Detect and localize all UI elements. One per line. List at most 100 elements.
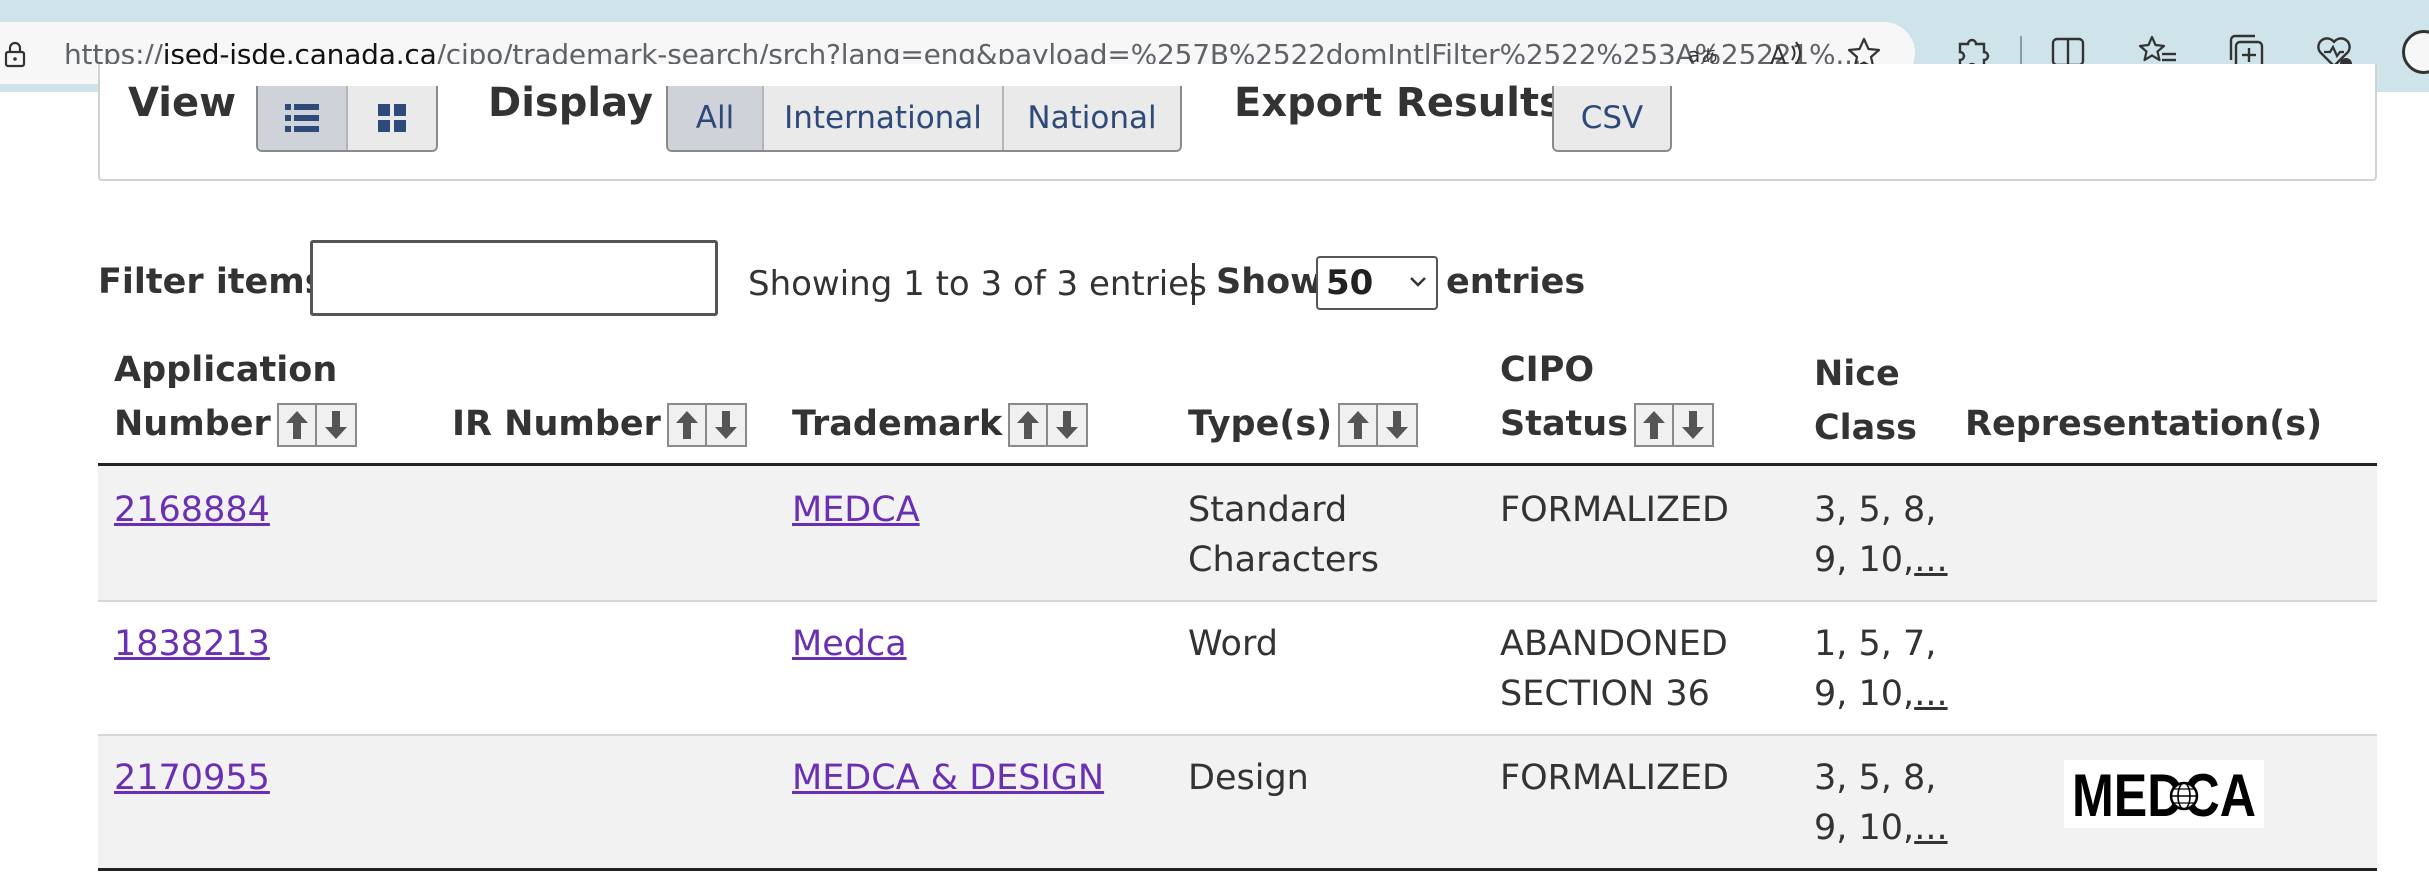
type-cell: Word — [1188, 619, 1278, 669]
filter-items-label: Filter items — [98, 262, 326, 302]
status-line1: FORMALIZED — [1500, 490, 1730, 530]
display-all-button[interactable]: All — [668, 86, 764, 150]
sort-ascending-icon — [1017, 411, 1040, 439]
header-trademark-label: Trademark — [792, 404, 1003, 444]
sort-ascending-icon — [1347, 411, 1370, 439]
sort-descending-button[interactable] — [706, 403, 747, 447]
nice-class-cell: 1, 5, 7, 9, 10,... — [1814, 619, 1948, 719]
sort-ascending-icon — [675, 411, 698, 439]
display-national-button[interactable]: National — [1004, 86, 1180, 150]
profile-avatar[interactable] — [2402, 30, 2429, 74]
display-international-button[interactable]: International — [764, 86, 1004, 150]
table-bottom-border — [98, 868, 2377, 871]
trademark-link[interactable]: Medca — [792, 619, 907, 669]
list-view-icon — [285, 104, 319, 132]
header-application-number-line1: Application — [114, 350, 338, 390]
application-number-link[interactable]: 2170955 — [114, 753, 270, 803]
trademark-link[interactable]: MEDCA — [792, 485, 920, 535]
sort-ascending-icon — [285, 411, 308, 439]
nice-line1: 3, 5, 8, — [1814, 490, 1937, 530]
display-label: Display — [488, 80, 653, 126]
header-nice-class-line2: Class — [1814, 408, 1917, 448]
sort-buttons — [276, 403, 357, 447]
sort-buttons — [1338, 403, 1419, 447]
medca-logo-text: MEDCA — [2072, 762, 2256, 828]
header-nice-class: Nice Class — [1814, 347, 1917, 455]
chevron-down-icon — [1410, 277, 1426, 287]
status-line1: FORMALIZED — [1500, 758, 1730, 798]
status-line1: ABANDONED — [1500, 624, 1728, 664]
header-application-number[interactable]: Application Number — [114, 343, 357, 451]
sort-descending-button[interactable] — [1048, 403, 1089, 447]
status-line2: SECTION 36 — [1500, 674, 1710, 714]
header-trademark[interactable]: Trademark — [792, 397, 1089, 451]
nice-class-cell: 3, 5, 8, 9, 10,... — [1814, 753, 1948, 853]
nice-class-more-link[interactable]: ... — [1914, 674, 1947, 714]
nice-line1: 3, 5, 8, — [1814, 758, 1937, 798]
cipo-status-cell: ABANDONED SECTION 36 — [1500, 619, 1728, 719]
nice-class-more-link[interactable]: ... — [1914, 540, 1947, 580]
header-application-number-line2: Number — [114, 404, 271, 444]
sort-buttons — [666, 403, 747, 447]
sort-ascending-button[interactable] — [1634, 403, 1675, 447]
sort-descending-icon — [1682, 411, 1705, 439]
page-size-select[interactable]: 50 — [1316, 256, 1438, 310]
page-size-value: 50 — [1326, 263, 1374, 303]
header-nice-class-line1: Nice — [1814, 354, 1900, 394]
trademark-representation-image[interactable]: MEDCA — [2064, 760, 2264, 829]
type-cell: Design — [1188, 753, 1309, 803]
showing-entries-text: Showing 1 to 3 of 3 entries — [748, 264, 1207, 304]
type-line1: Standard — [1188, 490, 1348, 530]
sort-descending-icon — [1386, 411, 1409, 439]
type-line1: Design — [1188, 758, 1309, 798]
nice-class-more-link[interactable]: ... — [1914, 808, 1947, 848]
list-view-button[interactable] — [258, 86, 348, 150]
header-cipo-status-line2: Status — [1500, 404, 1629, 444]
header-types[interactable]: Type(s) — [1188, 397, 1419, 451]
application-number-link[interactable]: 2168884 — [114, 485, 270, 535]
header-cipo-status[interactable]: CIPO Status — [1500, 343, 1715, 451]
sort-ascending-button[interactable] — [1008, 403, 1049, 447]
sort-descending-icon — [714, 411, 737, 439]
cipo-status-cell: FORMALIZED — [1500, 753, 1729, 803]
sort-descending-button[interactable] — [1378, 403, 1419, 447]
nice-line2: 9, 10, — [1814, 808, 1915, 848]
entries-label: entries — [1446, 262, 1586, 302]
lock-icon[interactable] — [4, 40, 26, 68]
nice-line1: 1, 5, 7, — [1814, 624, 1937, 664]
grid-view-icon — [378, 104, 406, 132]
header-representations: Representation(s) — [1965, 404, 2323, 444]
type-line2: Characters — [1188, 540, 1380, 580]
nice-line2: 9, 10, — [1814, 540, 1915, 580]
medca-logo: MEDCA — [2072, 762, 2256, 829]
header-cipo-status-line1: CIPO — [1500, 350, 1595, 390]
cipo-status-cell: FORMALIZED — [1500, 485, 1729, 535]
sort-descending-button[interactable] — [1674, 403, 1715, 447]
show-label: Show — [1216, 262, 1323, 302]
filter-items-input[interactable] — [310, 240, 718, 316]
export-results-label: Export Results — [1234, 80, 1563, 126]
export-group: CSV — [1552, 86, 1672, 152]
view-toggle-group — [256, 86, 438, 152]
separator — [1192, 263, 1195, 305]
sort-ascending-icon — [1643, 411, 1666, 439]
sort-descending-icon — [324, 411, 347, 439]
sort-ascending-button[interactable] — [666, 403, 707, 447]
grid-view-button[interactable] — [348, 86, 436, 150]
sort-descending-button[interactable] — [316, 403, 357, 447]
display-filter-group: All International National — [666, 86, 1182, 152]
header-ir-number[interactable]: IR Number — [452, 397, 747, 451]
trademark-link[interactable]: MEDCA & DESIGN — [792, 753, 1104, 803]
application-number-link[interactable]: 1838213 — [114, 619, 270, 669]
header-ir-number-label: IR Number — [452, 404, 661, 444]
export-csv-button[interactable]: CSV — [1554, 86, 1670, 150]
header-types-label: Type(s) — [1188, 404, 1333, 444]
nice-class-cell: 3, 5, 8, 9, 10,... — [1814, 485, 1948, 585]
sort-ascending-button[interactable] — [1338, 403, 1379, 447]
sort-buttons — [1008, 403, 1089, 447]
sort-ascending-button[interactable] — [276, 403, 317, 447]
type-line1: Word — [1188, 624, 1278, 664]
sort-buttons — [1634, 403, 1715, 447]
view-label: View — [128, 80, 237, 126]
sort-descending-icon — [1056, 411, 1079, 439]
